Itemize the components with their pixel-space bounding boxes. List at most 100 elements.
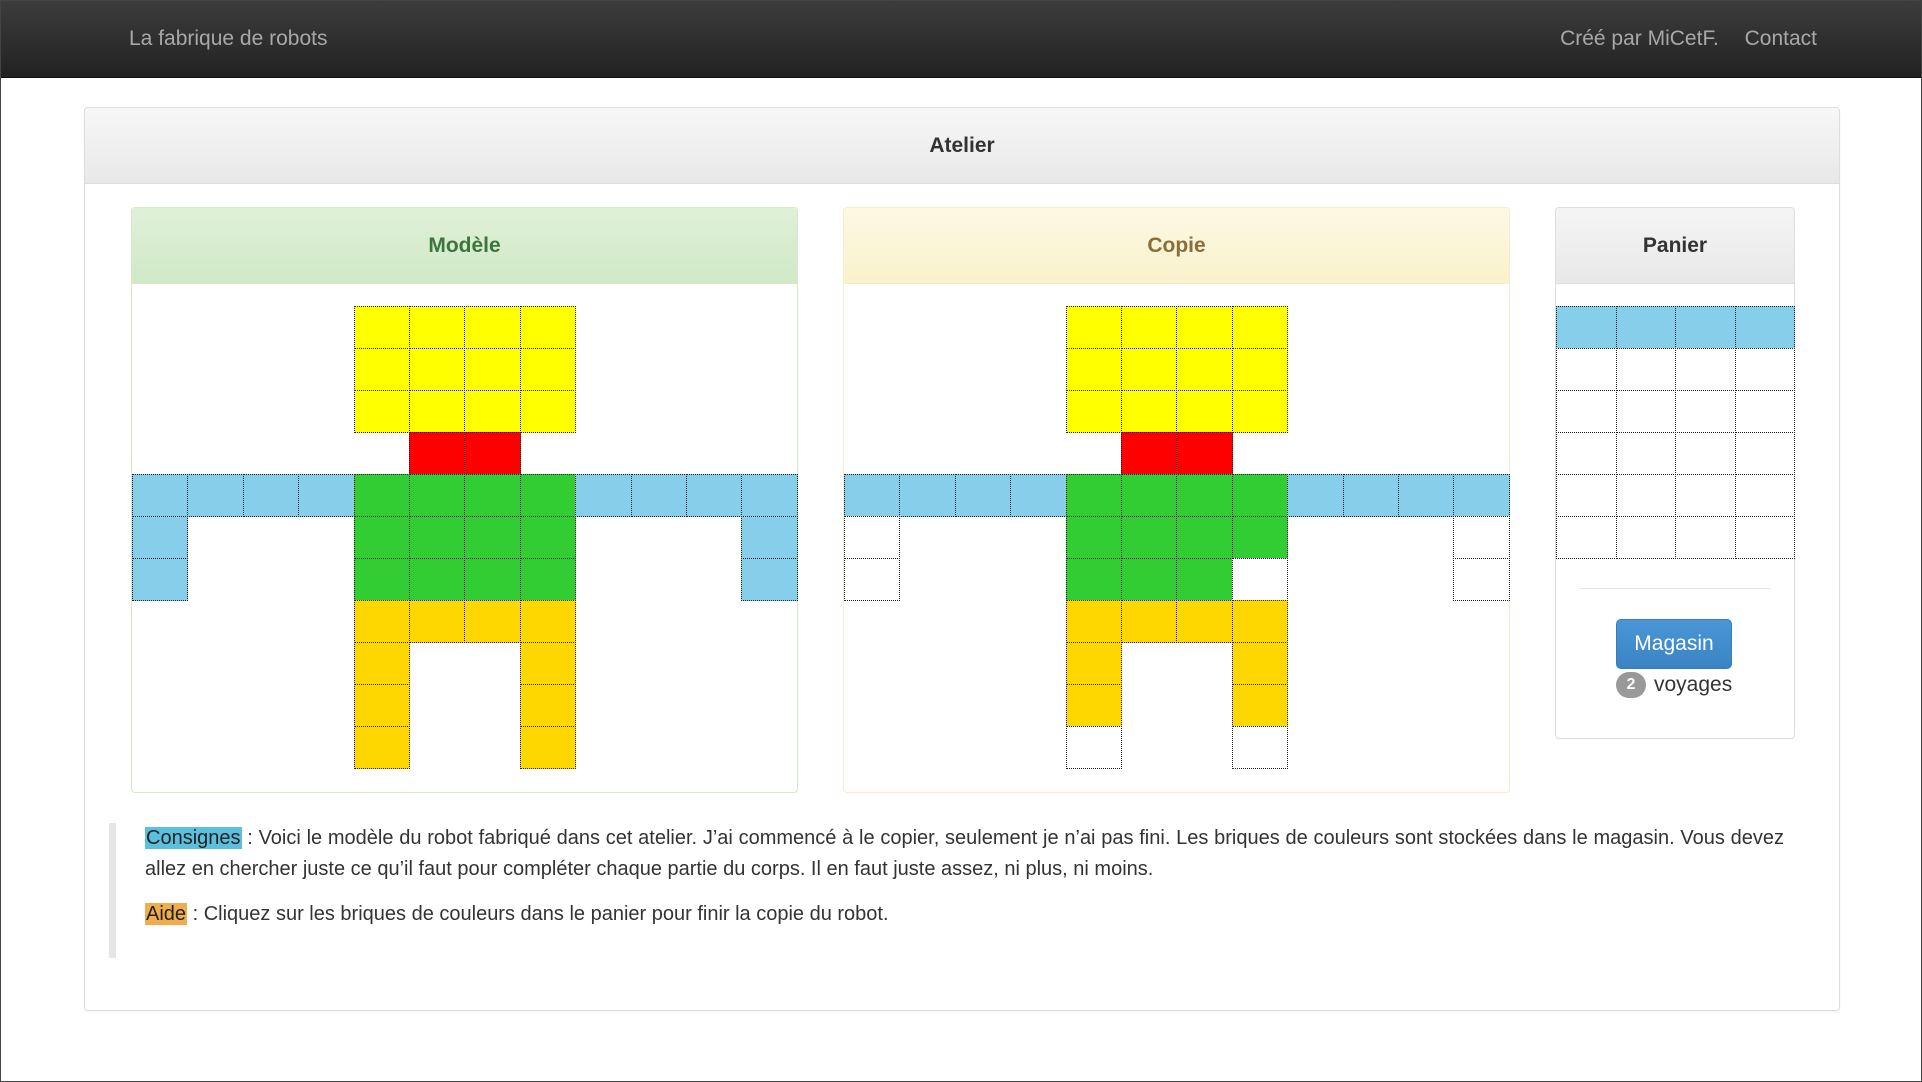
basket-brick[interactable] — [1734, 390, 1795, 433]
copy-brick — [1121, 390, 1178, 433]
basket-panel: Panier Magasin 2 voyages — [1555, 207, 1795, 739]
copy-brick — [1231, 348, 1289, 391]
instructions-block: Consignes : Voici le modèle du robot fab… — [109, 823, 1789, 958]
model-brick — [519, 600, 577, 643]
basket-brick[interactable] — [1615, 474, 1676, 517]
copy-brick — [1453, 558, 1510, 601]
basket-brick[interactable] — [1615, 306, 1676, 349]
model-brick — [409, 348, 466, 391]
model-brick — [464, 390, 521, 433]
basket-brick[interactable] — [1615, 516, 1676, 559]
copy-brick — [1342, 474, 1399, 517]
copy-brick — [1176, 348, 1233, 391]
model-brick — [132, 474, 189, 517]
model-brick — [464, 558, 521, 601]
author-link[interactable]: Créé par MiCetF. — [1560, 27, 1719, 50]
trips-counter: 2 voyages — [1616, 672, 1732, 698]
trips-label: voyages — [1654, 673, 1733, 696]
model-brick — [741, 558, 798, 601]
copy-brick — [1231, 390, 1289, 433]
copy-brick — [1176, 390, 1233, 433]
basket-brick[interactable] — [1556, 348, 1617, 391]
basket-brick[interactable] — [1675, 474, 1736, 517]
basket-brick[interactable] — [1734, 348, 1795, 391]
aide-text: : Cliquez sur les briques de couleurs da… — [187, 903, 889, 925]
basket-brick[interactable] — [1734, 474, 1795, 517]
trips-badge: 2 — [1616, 672, 1646, 698]
model-brick — [353, 600, 410, 643]
basket-brick[interactable] — [1675, 348, 1736, 391]
basket-brick[interactable] — [1615, 432, 1676, 475]
basket-brick[interactable] — [1556, 474, 1617, 517]
model-brick — [519, 516, 577, 559]
model-brick — [741, 516, 798, 559]
copy-brick — [844, 474, 901, 517]
copy-brick — [1121, 558, 1178, 601]
copy-brick — [1065, 684, 1122, 727]
model-brick — [519, 390, 577, 433]
basket-brick[interactable] — [1734, 306, 1795, 349]
copy-brick — [1453, 474, 1510, 517]
model-brick — [409, 474, 466, 517]
model-brick — [353, 474, 410, 517]
model-brick — [519, 726, 577, 769]
basket-brick[interactable] — [1675, 516, 1736, 559]
basket-brick[interactable] — [1556, 306, 1617, 349]
copy-brick — [1065, 600, 1122, 643]
basket-brick[interactable] — [1734, 432, 1795, 475]
copy-brick — [1287, 474, 1344, 517]
model-brick — [519, 558, 577, 601]
copy-brick — [1065, 642, 1122, 685]
model-brick — [353, 516, 410, 559]
basket-brick[interactable] — [1615, 348, 1676, 391]
basket-brick[interactable] — [1675, 432, 1736, 475]
copy-panel: Copie — [843, 207, 1510, 793]
basket-brick[interactable] — [1556, 390, 1617, 433]
copy-brick — [899, 474, 956, 517]
copy-brick — [1231, 726, 1289, 769]
model-brick — [353, 558, 410, 601]
basket-title: Panier — [1556, 208, 1794, 284]
copy-brick — [1121, 516, 1178, 559]
model-brick — [519, 474, 577, 517]
copy-brick — [1231, 558, 1289, 601]
model-brick — [353, 390, 410, 433]
copy-brick — [1231, 306, 1289, 349]
copy-brick — [1231, 600, 1289, 643]
consignes-text: : Voici le modèle du robot fabriqué dans… — [145, 827, 1784, 880]
model-brick — [132, 516, 189, 559]
basket-brick[interactable] — [1556, 516, 1617, 559]
model-brick — [741, 474, 798, 517]
model-brick — [464, 600, 521, 643]
model-brick — [298, 474, 355, 517]
workshop-title: Atelier — [85, 108, 1839, 184]
copy-brick — [1176, 306, 1233, 349]
model-title: Modèle — [132, 208, 797, 284]
model-brick — [353, 306, 410, 349]
basket-brick[interactable] — [1615, 390, 1676, 433]
basket-brick[interactable] — [1556, 432, 1617, 475]
model-brick — [409, 390, 466, 433]
aide-label: Aide — [145, 903, 188, 925]
brand-link[interactable]: La fabrique de robots — [129, 27, 327, 51]
basket-brick[interactable] — [1734, 516, 1795, 559]
copy-brick — [1065, 558, 1122, 601]
basket-divider — [1580, 588, 1770, 589]
model-brick — [519, 348, 577, 391]
copy-brick — [1176, 432, 1233, 475]
contact-link[interactable]: Contact — [1745, 27, 1817, 50]
model-brick — [519, 642, 577, 685]
copy-title: Copie — [844, 208, 1509, 284]
copy-brick — [1176, 558, 1233, 601]
model-brick — [353, 348, 410, 391]
model-brick — [464, 348, 521, 391]
model-grid — [132, 306, 798, 769]
shop-button[interactable]: Magasin — [1616, 619, 1732, 669]
copy-brick — [1176, 600, 1233, 643]
model-brick — [409, 516, 466, 559]
model-brick — [409, 432, 466, 475]
top-navbar: La fabrique de robots Créé par MiCetF. C… — [1, 1, 1921, 78]
copy-brick — [954, 474, 1012, 517]
basket-brick[interactable] — [1675, 306, 1736, 349]
basket-brick[interactable] — [1675, 390, 1736, 433]
